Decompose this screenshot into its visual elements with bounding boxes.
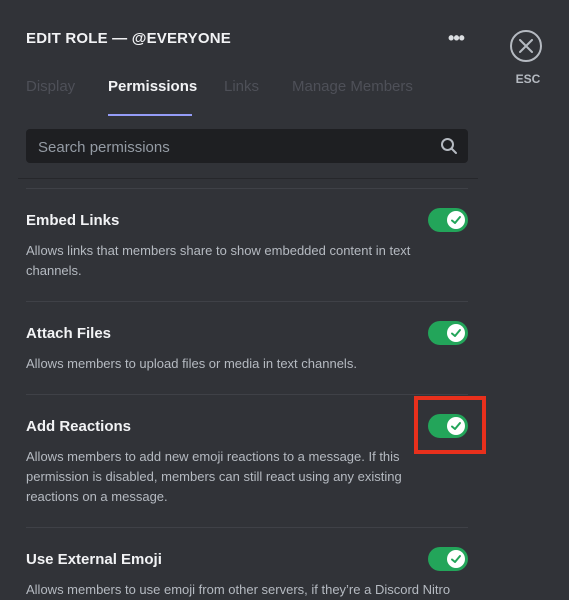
search-box[interactable] bbox=[26, 129, 468, 165]
divider bbox=[26, 188, 468, 189]
tab-display[interactable]: Display bbox=[26, 78, 75, 95]
permission-title: Embed Links bbox=[26, 212, 120, 229]
permission-description: Allows links that members share to show … bbox=[26, 243, 411, 278]
permission-title: Use External Emoji bbox=[26, 551, 162, 568]
use-external-emoji-toggle[interactable] bbox=[428, 547, 468, 571]
permission-description: Allows members to upload files or media … bbox=[26, 356, 357, 371]
close-icon bbox=[519, 39, 533, 53]
embed-links-toggle[interactable] bbox=[428, 208, 468, 232]
attach-files-toggle[interactable] bbox=[428, 321, 468, 345]
check-icon bbox=[451, 555, 461, 563]
check-icon bbox=[451, 216, 461, 224]
close-button[interactable] bbox=[510, 30, 542, 62]
scroll-top-divider bbox=[18, 178, 478, 179]
permission-description: Allows members to add new emoji reaction… bbox=[26, 449, 402, 504]
divider bbox=[26, 527, 468, 528]
tab-links[interactable]: Links bbox=[224, 78, 259, 95]
check-icon bbox=[451, 329, 461, 337]
toggle-knob bbox=[447, 324, 465, 342]
tab-manage-members[interactable]: Manage Members bbox=[292, 78, 413, 95]
toggle-knob bbox=[447, 550, 465, 568]
divider bbox=[26, 301, 468, 302]
search-input[interactable] bbox=[36, 129, 430, 165]
search-icon[interactable] bbox=[440, 137, 458, 155]
toggle-knob bbox=[447, 211, 465, 229]
active-tab-indicator bbox=[108, 114, 192, 116]
more-icon: ••• bbox=[448, 28, 465, 48]
more-options-button[interactable]: ••• bbox=[442, 28, 470, 48]
permission-title: Add Reactions bbox=[26, 418, 132, 435]
tab-permissions[interactable]: Permissions bbox=[108, 78, 197, 95]
highlight-box bbox=[414, 396, 486, 454]
page-title: EDIT ROLE — @EVERYONE bbox=[26, 30, 231, 47]
permission-title: Attach Files bbox=[26, 325, 112, 342]
permission-description: Allows members to use emoji from other s… bbox=[26, 582, 451, 597]
esc-label: ESC bbox=[515, 72, 541, 86]
divider bbox=[26, 394, 468, 395]
